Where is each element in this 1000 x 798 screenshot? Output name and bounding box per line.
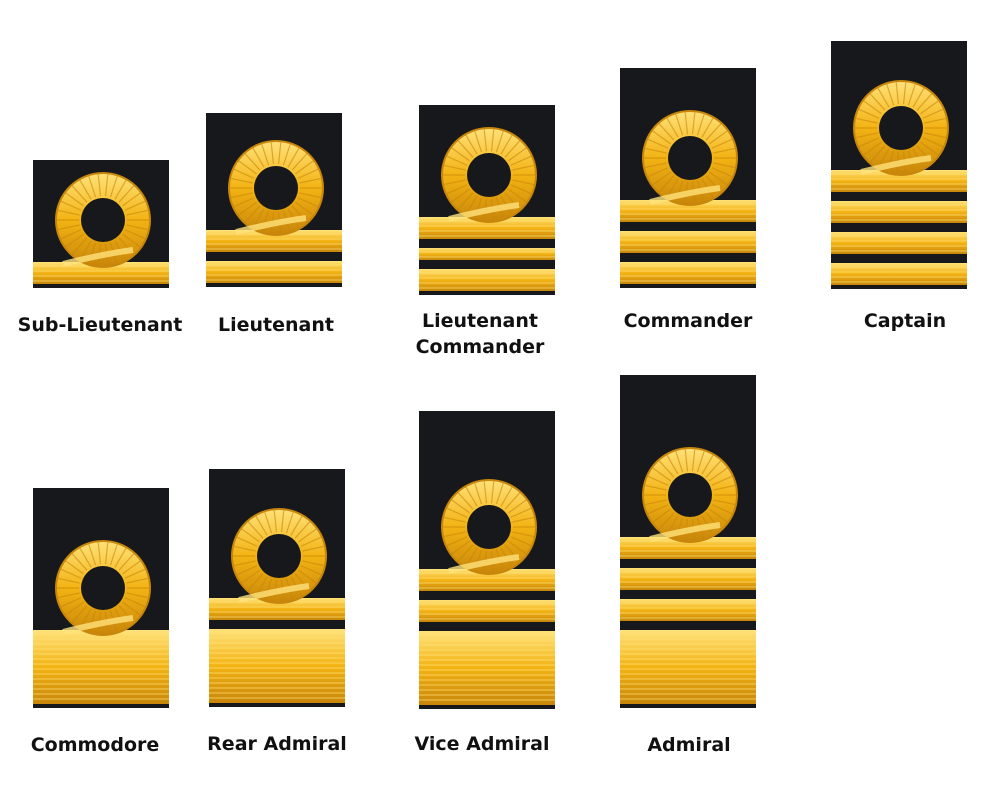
lieutenant-label: Lieutenant [218,314,334,336]
rear-admiral-label: Rear Admiral [207,733,347,755]
lieutenant-commander-patch [419,105,555,295]
curl-loop-icon [441,479,537,575]
admiral-label: Admiral [647,734,731,756]
commodore-label: Commodore [30,734,160,756]
curl-loop-icon [55,540,151,636]
commander-insignia [620,68,756,288]
captain-label: Captain [863,310,947,332]
broad-stripe [33,630,169,704]
curl-loop-icon [642,447,738,543]
curl-loop-icon [642,110,738,206]
commander-label: Commander [623,310,753,332]
commodore-insignia [33,488,169,708]
rear-admiral-insignia [209,469,345,707]
lieutenant-patch [206,113,342,287]
broad-stripe [209,629,345,703]
curl-loop-icon [228,140,324,236]
commodore-patch [33,488,169,708]
sub-lieutenant-label: Sub-Lieutenant [17,314,183,336]
curl-loop-icon [853,80,949,176]
curl-loop-icon [231,508,327,604]
lieutenant-commander-insignia [419,105,555,295]
captain-insignia [831,41,967,289]
commander-patch [620,68,756,288]
vice-admiral-insignia [419,411,555,709]
captain-patch [831,41,967,289]
lieutenant-insignia [206,113,342,287]
admiral-patch [620,375,756,708]
thin-stripe [419,248,555,260]
broad-stripe [620,630,756,704]
rear-admiral-patch [209,469,345,707]
curl-loop-icon [55,172,151,268]
broad-stripe [419,631,555,705]
vice-admiral-label: Vice Admiral [414,733,550,755]
vice-admiral-patch [419,411,555,709]
sub-lieutenant-patch [33,160,169,288]
curl-loop-icon [441,127,537,223]
lieutenant-commander-label: Lieutenant Commander [415,310,545,358]
admiral-insignia [620,375,756,708]
sub-lieutenant-insignia [33,160,169,288]
